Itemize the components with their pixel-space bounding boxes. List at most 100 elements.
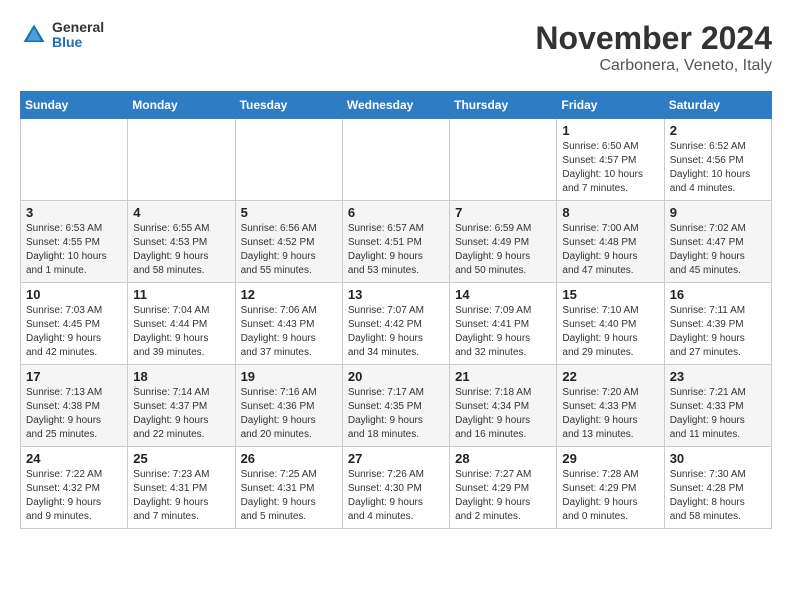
calendar-cell [450,119,557,201]
calendar-cell [21,119,128,201]
day-number: 4 [133,205,229,220]
day-number: 24 [26,451,122,466]
calendar-week-row: 24 Sunrise: 7:22 AM Sunset: 4:32 PM Dayli… [21,447,772,529]
day-info: Sunrise: 7:20 AM Sunset: 4:33 PM Dayligh… [562,386,658,442]
header: General Blue November 2024 Carbonera, Ve… [20,20,772,75]
calendar-cell [128,119,235,201]
day-number: 21 [455,369,551,384]
calendar-cell: 7 Sunrise: 6:59 AM Sunset: 4:49 PM Daylig… [450,201,557,283]
calendar-cell [235,119,342,201]
weekday-header-thursday: Thursday [450,92,557,119]
day-number: 25 [133,451,229,466]
day-info: Sunrise: 7:28 AM Sunset: 4:29 PM Dayligh… [562,468,658,524]
day-info: Sunrise: 6:55 AM Sunset: 4:53 PM Dayligh… [133,222,229,278]
calendar-cell: 19 Sunrise: 7:16 AM Sunset: 4:36 PM Dayli… [235,365,342,447]
calendar-cell: 13Sunrise: 7:07 AM Sunset: 4:42 PM Dayli… [342,283,449,365]
day-number: 20 [348,369,444,384]
day-number: 28 [455,451,551,466]
day-info: Sunrise: 7:26 AM Sunset: 4:30 PM Dayligh… [348,468,444,524]
day-number: 30 [670,451,766,466]
day-info: Sunrise: 7:23 AM Sunset: 4:31 PM Dayligh… [133,468,229,524]
day-info: Sunrise: 7:16 AM Sunset: 4:36 PM Dayligh… [241,386,337,442]
calendar-cell: 11 Sunrise: 7:04 AM Sunset: 4:44 PM Dayli… [128,283,235,365]
calendar-cell: 3 Sunrise: 6:53 AM Sunset: 4:55 PM Daylig… [21,201,128,283]
day-info: Sunrise: 7:25 AM Sunset: 4:31 PM Dayligh… [241,468,337,524]
weekday-header-monday: Monday [128,92,235,119]
calendar-cell: 5Sunrise: 6:56 AM Sunset: 4:52 PM Daylig… [235,201,342,283]
day-number: 2 [670,123,766,138]
day-info: Sunrise: 7:09 AM Sunset: 4:41 PM Dayligh… [455,304,551,360]
logo-blue-text: Blue [52,35,104,50]
day-number: 23 [670,369,766,384]
weekday-header-sunday: Sunday [21,92,128,119]
location-subtitle: Carbonera, Veneto, Italy [535,57,772,75]
day-info: Sunrise: 6:52 AM Sunset: 4:56 PM Dayligh… [670,140,766,196]
calendar-cell: 4 Sunrise: 6:55 AM Sunset: 4:53 PM Daylig… [128,201,235,283]
calendar-cell [342,119,449,201]
calendar-table: SundayMondayTuesdayWednesdayThursdayFrid… [20,91,772,529]
logo: General Blue [20,20,104,51]
day-info: Sunrise: 7:18 AM Sunset: 4:34 PM Dayligh… [455,386,551,442]
day-number: 7 [455,205,551,220]
weekday-header-row: SundayMondayTuesdayWednesdayThursdayFrid… [21,92,772,119]
day-number: 29 [562,451,658,466]
weekday-header-friday: Friday [557,92,664,119]
calendar-cell: 22Sunrise: 7:20 AM Sunset: 4:33 PM Dayli… [557,365,664,447]
calendar-week-row: 10Sunrise: 7:03 AM Sunset: 4:45 PM Dayli… [21,283,772,365]
calendar-cell: 28Sunrise: 7:27 AM Sunset: 4:29 PM Dayli… [450,447,557,529]
day-info: Sunrise: 6:59 AM Sunset: 4:49 PM Dayligh… [455,222,551,278]
weekday-header-wednesday: Wednesday [342,92,449,119]
calendar-cell: 20 Sunrise: 7:17 AM Sunset: 4:35 PM Dayli… [342,365,449,447]
day-info: Sunrise: 7:21 AM Sunset: 4:33 PM Dayligh… [670,386,766,442]
day-info: Sunrise: 6:53 AM Sunset: 4:55 PM Dayligh… [26,222,122,278]
day-number: 16 [670,287,766,302]
calendar-cell: 26Sunrise: 7:25 AM Sunset: 4:31 PM Dayli… [235,447,342,529]
calendar-cell: 24 Sunrise: 7:22 AM Sunset: 4:32 PM Dayli… [21,447,128,529]
calendar-cell: 9Sunrise: 7:02 AM Sunset: 4:47 PM Daylig… [664,201,771,283]
day-info: Sunrise: 6:56 AM Sunset: 4:52 PM Dayligh… [241,222,337,278]
day-number: 8 [562,205,658,220]
day-number: 15 [562,287,658,302]
calendar-cell: 6 Sunrise: 6:57 AM Sunset: 4:51 PM Daylig… [342,201,449,283]
month-title: November 2024 [535,20,772,57]
calendar-cell: 1 Sunrise: 6:50 AM Sunset: 4:57 PM Daylig… [557,119,664,201]
day-info: Sunrise: 7:06 AM Sunset: 4:43 PM Dayligh… [241,304,337,360]
calendar-cell: 10Sunrise: 7:03 AM Sunset: 4:45 PM Dayli… [21,283,128,365]
calendar-cell: 17 Sunrise: 7:13 AM Sunset: 4:38 PM Dayli… [21,365,128,447]
calendar-cell: 25 Sunrise: 7:23 AM Sunset: 4:31 PM Dayli… [128,447,235,529]
title-area: November 2024 Carbonera, Veneto, Italy [535,20,772,75]
day-number: 12 [241,287,337,302]
day-info: Sunrise: 7:04 AM Sunset: 4:44 PM Dayligh… [133,304,229,360]
calendar-cell: 18 Sunrise: 7:14 AM Sunset: 4:37 PM Dayli… [128,365,235,447]
day-info: Sunrise: 7:00 AM Sunset: 4:48 PM Dayligh… [562,222,658,278]
day-number: 1 [562,123,658,138]
day-info: Sunrise: 7:30 AM Sunset: 4:28 PM Dayligh… [670,468,766,524]
calendar-cell: 15 Sunrise: 7:10 AM Sunset: 4:40 PM Dayli… [557,283,664,365]
logo-general-text: General [52,20,104,35]
day-info: Sunrise: 7:11 AM Sunset: 4:39 PM Dayligh… [670,304,766,360]
day-info: Sunrise: 7:22 AM Sunset: 4:32 PM Dayligh… [26,468,122,524]
calendar-week-row: 3 Sunrise: 6:53 AM Sunset: 4:55 PM Daylig… [21,201,772,283]
day-info: Sunrise: 7:17 AM Sunset: 4:35 PM Dayligh… [348,386,444,442]
weekday-header-saturday: Saturday [664,92,771,119]
day-number: 18 [133,369,229,384]
day-info: Sunrise: 7:13 AM Sunset: 4:38 PM Dayligh… [26,386,122,442]
logo-icon [20,21,48,49]
day-info: Sunrise: 7:14 AM Sunset: 4:37 PM Dayligh… [133,386,229,442]
calendar-cell: 27Sunrise: 7:26 AM Sunset: 4:30 PM Dayli… [342,447,449,529]
calendar-week-row: 17 Sunrise: 7:13 AM Sunset: 4:38 PM Dayli… [21,365,772,447]
day-number: 17 [26,369,122,384]
calendar-cell: 14 Sunrise: 7:09 AM Sunset: 4:41 PM Dayli… [450,283,557,365]
day-number: 19 [241,369,337,384]
logo-text: General Blue [52,20,104,51]
day-number: 10 [26,287,122,302]
day-info: Sunrise: 7:10 AM Sunset: 4:40 PM Dayligh… [562,304,658,360]
day-number: 6 [348,205,444,220]
day-info: Sunrise: 6:50 AM Sunset: 4:57 PM Dayligh… [562,140,658,196]
day-number: 14 [455,287,551,302]
calendar-cell: 2 Sunrise: 6:52 AM Sunset: 4:56 PM Daylig… [664,119,771,201]
day-info: Sunrise: 7:02 AM Sunset: 4:47 PM Dayligh… [670,222,766,278]
day-number: 11 [133,287,229,302]
day-number: 3 [26,205,122,220]
day-info: Sunrise: 6:57 AM Sunset: 4:51 PM Dayligh… [348,222,444,278]
